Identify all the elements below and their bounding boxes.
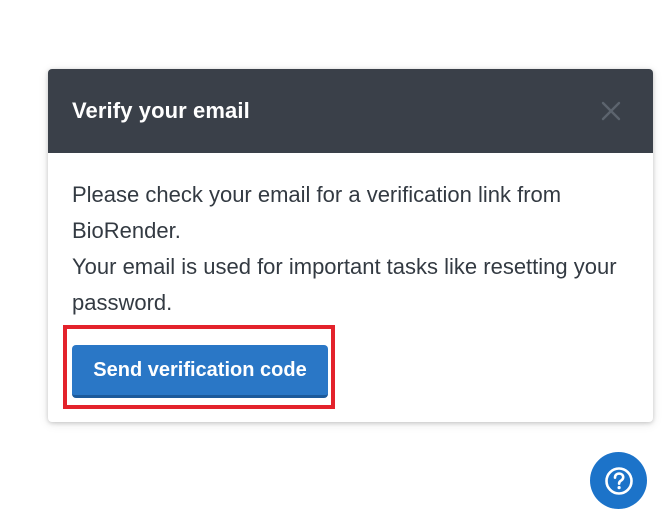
- close-icon: [601, 101, 621, 121]
- dialog-header: Verify your email: [48, 69, 653, 153]
- close-button[interactable]: [597, 97, 625, 125]
- dialog-message-line1: Please check your email for a verificati…: [72, 182, 562, 243]
- dialog-message-line2: Your email is used for important tasks l…: [72, 254, 617, 315]
- verify-email-dialog: Verify your email Please check your emai…: [48, 69, 653, 422]
- page: Verify your email Please check your emai…: [0, 0, 667, 513]
- help-icon: [604, 466, 633, 495]
- help-button[interactable]: [590, 452, 647, 509]
- send-verification-code-button[interactable]: Send verification code: [72, 345, 328, 398]
- dialog-title: Verify your email: [72, 98, 250, 123]
- dialog-body: Please check your email for a verificati…: [48, 153, 653, 321]
